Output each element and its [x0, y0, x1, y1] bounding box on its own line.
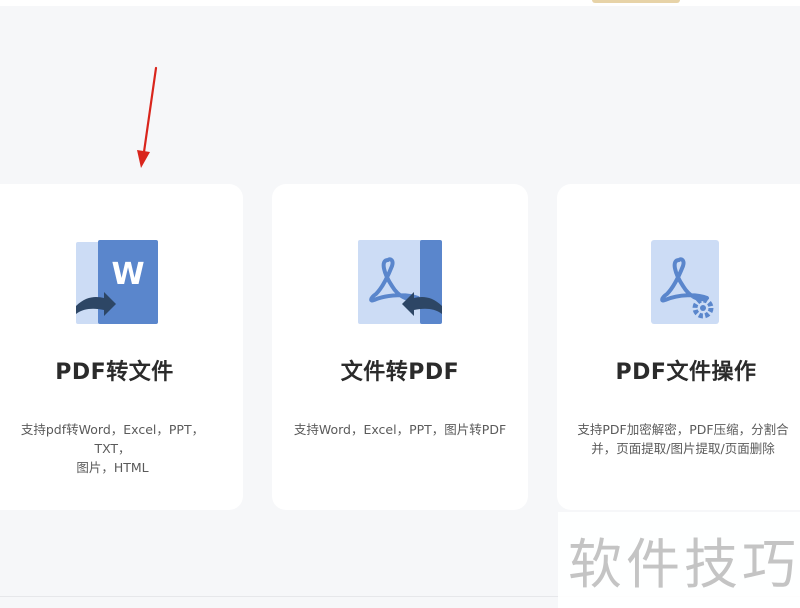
card-pdf-operations[interactable]: PDF文件操作 支持PDF加密解密，PDF压缩，分割合 并，页面提取/图片提取/… — [557, 184, 800, 510]
card-title: PDF文件操作 — [615, 360, 757, 385]
watermark: 软件技巧 — [558, 512, 800, 608]
card-pdf-to-file[interactable]: W PDF转文件 支持pdf转Word，Excel，PPT，TXT， 图片，HT… — [0, 184, 243, 510]
card-description-line: 支持PDF加密解密，PDF压缩，分割合 — [577, 422, 789, 437]
card-title: 文件转PDF — [340, 360, 460, 385]
file-to-pdf-icon — [358, 240, 444, 326]
pdf-to-word-icon: W — [74, 240, 160, 326]
pdf-operations-icon — [651, 240, 737, 326]
card-description-line: 图片，HTML — [76, 460, 149, 475]
card-description-line: 支持pdf转Word，Excel，PPT，TXT， — [20, 422, 205, 456]
svg-text:W: W — [111, 257, 144, 292]
card-description-line: 并，页面提取/图片提取/页面删除 — [591, 441, 775, 456]
card-description-line: 支持Word，Excel，PPT，图片转PDF — [293, 422, 507, 437]
card-title: PDF转文件 — [55, 360, 174, 385]
top-accent — [592, 0, 680, 3]
top-strip — [0, 0, 800, 6]
watermark-text: 软件技巧 — [568, 533, 800, 596]
card-file-to-pdf[interactable]: 文件转PDF 支持Word，Excel，PPT，图片转PDF — [272, 184, 528, 510]
card-description: 支持Word，Excel，PPT，图片转PDF — [284, 420, 516, 439]
annotation-arrow-icon — [137, 66, 158, 168]
card-description: 支持pdf转Word，Excel，PPT，TXT， 图片，HTML — [4, 420, 221, 477]
card-description: 支持PDF加密解密，PDF压缩，分割合 并，页面提取/图片提取/页面删除 — [571, 420, 795, 458]
